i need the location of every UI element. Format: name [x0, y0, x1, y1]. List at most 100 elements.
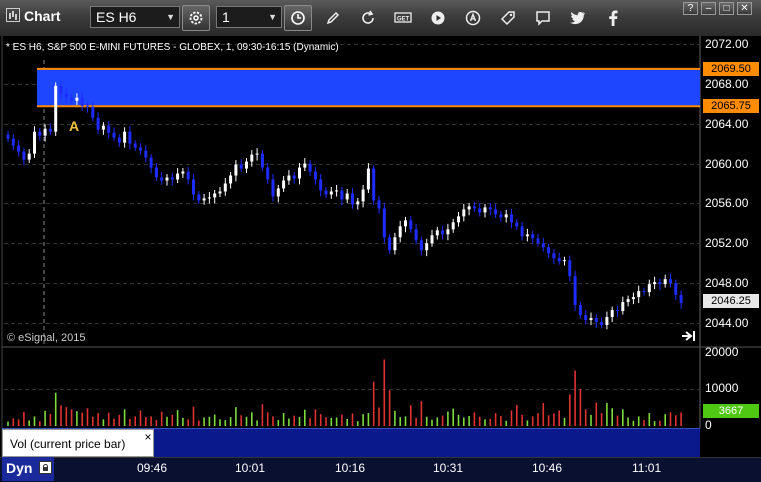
candle-body: [11, 138, 15, 146]
settings-button[interactable]: [182, 5, 210, 31]
candle-body: [616, 310, 619, 312]
play-icon: [431, 11, 445, 25]
lock-icon[interactable]: [39, 461, 52, 474]
volume-bar: [463, 417, 465, 426]
indicator-close-icon[interactable]: ×: [143, 430, 153, 444]
candle-body: [393, 237, 397, 251]
candle-body: [345, 193, 349, 200]
volume-bar: [664, 414, 666, 426]
marker-label[interactable]: A: [69, 118, 79, 134]
volume-bar: [261, 404, 264, 426]
volume-bar: [441, 415, 444, 426]
volume-bar: [166, 416, 168, 426]
candle-body: [271, 179, 275, 197]
volume-bar: [569, 394, 571, 426]
volume-bar: [240, 415, 242, 426]
chat-button[interactable]: [530, 5, 556, 31]
app-title: Chart: [6, 8, 61, 24]
maximize-button[interactable]: □: [719, 2, 734, 15]
candle-body: [96, 117, 100, 130]
volume-bar: [208, 416, 211, 426]
candle-body: [647, 284, 651, 293]
candle-body: [218, 191, 222, 194]
close-button[interactable]: ✕: [737, 2, 752, 15]
candle-body: [59, 85, 63, 94]
volume-bar: [558, 410, 560, 426]
volume-bar: [431, 419, 433, 426]
volume-bar: [553, 413, 555, 426]
candle-body: [176, 173, 180, 180]
chart-window: Chart ES H6 ▼ 1 ▼ GET ? – □ ✕ A * ES H6,…: [0, 0, 761, 482]
volume-bar: [521, 414, 523, 426]
candle-body: [229, 175, 233, 184]
play-button[interactable]: [425, 5, 451, 31]
mode-toggle[interactable]: Dyn: [2, 457, 54, 481]
price-zone[interactable]: [37, 67, 700, 108]
facebook-button[interactable]: [600, 5, 626, 31]
candle-body: [653, 282, 657, 285]
interval-dropdown-icon[interactable]: ▼: [268, 7, 277, 27]
volume-bar: [12, 418, 15, 426]
candle-body: [139, 147, 142, 151]
refresh-button[interactable]: [355, 5, 381, 31]
price-tick: 2064.00: [705, 117, 749, 131]
candle-body: [181, 171, 185, 174]
time-tick: 10:31: [433, 461, 464, 475]
toolbar: Chart ES H6 ▼ 1 ▼ GET ? – □ ✕: [0, 0, 761, 37]
zone-bottom-price-label: 2065.75: [703, 99, 759, 113]
candle-body: [568, 260, 572, 277]
tag-button[interactable]: [495, 5, 521, 31]
symbol-input[interactable]: ES H6 ▼: [90, 6, 180, 28]
candle-body: [197, 194, 201, 201]
volume-bar: [129, 418, 131, 426]
time-tick: 10:46: [532, 461, 563, 475]
volume-bar: [346, 418, 348, 426]
volume-bar: [606, 403, 608, 426]
candle-body: [446, 229, 450, 235]
candle-body: [308, 163, 312, 172]
candle-body: [557, 258, 561, 262]
candle-body: [472, 206, 476, 209]
minimize-button[interactable]: –: [701, 2, 716, 15]
volume-bar: [420, 401, 423, 426]
volume-bar: [198, 420, 200, 426]
candle-body: [91, 106, 95, 118]
zone-fill: [37, 68, 700, 107]
candle-body: [589, 318, 593, 321]
candle-body: [80, 97, 84, 106]
candle-body: [255, 153, 259, 155]
time-button[interactable]: [284, 5, 312, 31]
price-chart[interactable]: A: [0, 36, 761, 457]
volume-bar: [319, 414, 322, 426]
get-button[interactable]: GET: [390, 5, 416, 31]
volume-bar: [298, 417, 301, 426]
candle-body: [101, 125, 105, 130]
volume-bar: [92, 416, 94, 426]
interval-input[interactable]: 1 ▼: [216, 6, 282, 28]
chart-icon: [6, 8, 20, 22]
candle-body: [186, 171, 190, 180]
volume-bar: [637, 416, 640, 426]
volume-bar: [7, 421, 9, 426]
candle-body: [266, 167, 270, 180]
volume-bar: [351, 413, 354, 426]
volume-bar: [394, 410, 396, 426]
volume-bar: [229, 417, 232, 426]
indicator-tab[interactable]: Vol (current price bar): [2, 429, 154, 457]
twitter-button[interactable]: [565, 5, 591, 31]
candle-body: [674, 283, 678, 296]
candle-body: [361, 189, 365, 202]
get-icon: GET: [394, 12, 412, 23]
symbol-dropdown-icon[interactable]: ▼: [166, 7, 175, 27]
help-button[interactable]: ?: [683, 2, 698, 15]
alert-button[interactable]: [460, 5, 486, 31]
volume-bar: [49, 413, 52, 426]
volume-bar: [81, 412, 83, 426]
draw-button[interactable]: [320, 5, 346, 31]
twitter-icon: [570, 11, 585, 25]
candle-body: [382, 208, 386, 238]
candle-body: [107, 125, 111, 133]
volume-bar: [176, 410, 179, 426]
volume-bar: [86, 408, 89, 426]
candle-body: [202, 198, 206, 201]
